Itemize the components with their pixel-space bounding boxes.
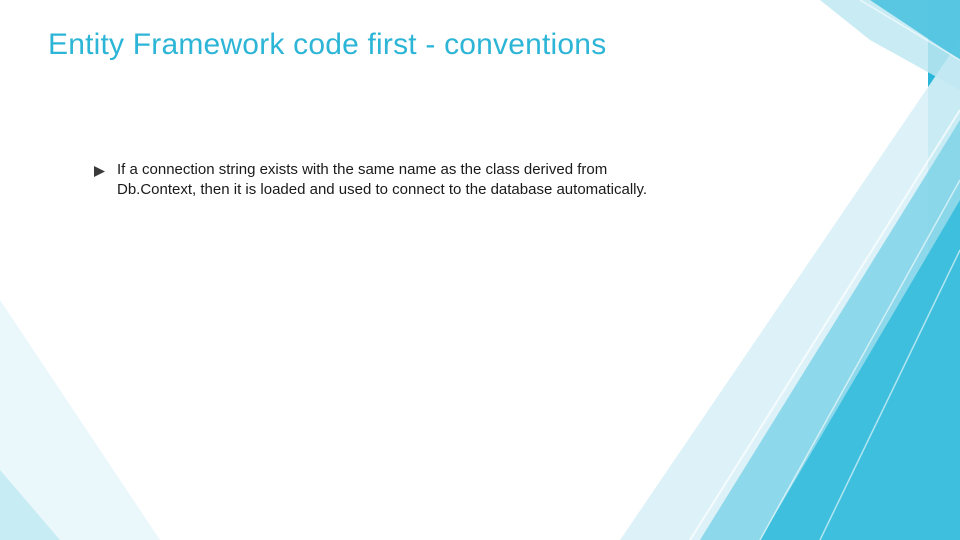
decorative-triangles: [0, 0, 960, 540]
slide-title: Entity Framework code first - convention…: [48, 28, 606, 62]
slide: Entity Framework code first - convention…: [0, 0, 960, 540]
slide-body: If a connection string exists with the s…: [94, 160, 654, 201]
arrow-right-icon: [94, 164, 105, 182]
bullet-text: If a connection string exists with the s…: [117, 160, 654, 201]
bullet-item: If a connection string exists with the s…: [94, 160, 654, 201]
